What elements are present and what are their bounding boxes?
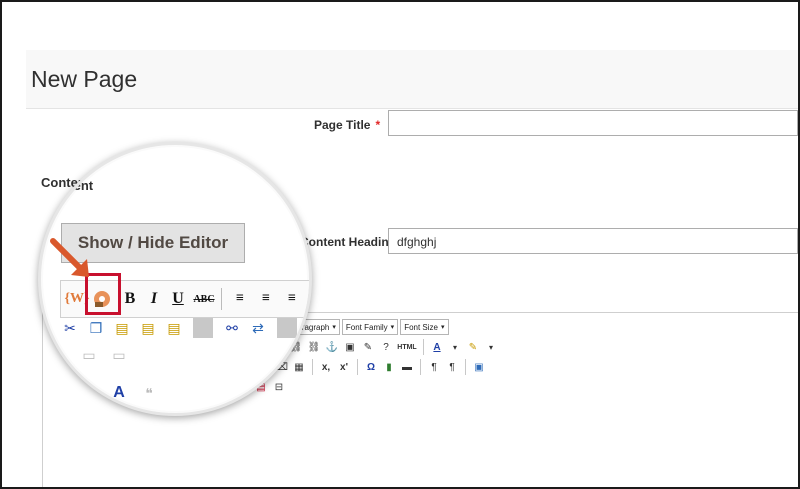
special-char-icon[interactable]: Ω bbox=[363, 359, 379, 375]
paste-icon[interactable]: ▤ bbox=[112, 318, 132, 338]
superscript-icon[interactable]: x' bbox=[336, 359, 352, 375]
align-right-icon[interactable]: ≡ bbox=[281, 288, 303, 310]
cut-icon[interactable]: ✂ bbox=[60, 318, 80, 338]
horizontal-rule-icon[interactable]: ▬ bbox=[399, 359, 415, 375]
chevron-down-icon[interactable]: ▾ bbox=[483, 339, 499, 355]
page-title-label: Page Title * bbox=[314, 118, 380, 132]
cleanup-icon[interactable]: ✎ bbox=[360, 339, 376, 355]
replace-icon[interactable]: ⇄ bbox=[248, 318, 268, 338]
style-icon[interactable]: A bbox=[109, 383, 129, 403]
toolbar-separator bbox=[193, 318, 213, 338]
chevron-down-icon: ▾ bbox=[390, 324, 395, 331]
outdent-icon[interactable]: ▭ bbox=[109, 345, 129, 365]
chevron-down-icon: ▾ bbox=[332, 324, 336, 331]
copy-icon[interactable]: ❐ bbox=[86, 318, 106, 338]
page-title-label-text: Page Title bbox=[314, 118, 371, 132]
ltr-icon[interactable]: ¶ bbox=[426, 359, 442, 375]
paste-word-icon[interactable]: ▤ bbox=[164, 318, 184, 338]
html-icon[interactable]: HTML bbox=[396, 339, 418, 355]
toolbar-row-1: Paragraph ▾ Font Family ▾ Font Size ▾ bbox=[288, 317, 449, 337]
toolbar-row-magnified: ✂ ❐ ▤ ▤ ▤ ⚯ ⇄ ☰ bbox=[60, 318, 309, 338]
toolbar-separator bbox=[357, 359, 358, 375]
quote-icon[interactable]: ❝ bbox=[139, 383, 159, 403]
italic-button[interactable]: I bbox=[143, 288, 165, 310]
add-row-icon[interactable]: + bbox=[79, 383, 99, 403]
magnified-content: Content Show / Hide Editor {W} B I U ABC… bbox=[41, 145, 309, 413]
page-title-input[interactable] bbox=[388, 110, 798, 136]
toolbar-separator bbox=[465, 359, 466, 375]
indent-icon[interactable]: ▭ bbox=[79, 345, 99, 365]
font-size-select[interactable]: Font Size ▾ bbox=[400, 319, 449, 335]
app-frame: New Page Page Title * Content Heading dfg… bbox=[0, 0, 800, 489]
highlight-color-icon[interactable]: ✎ bbox=[465, 339, 481, 355]
pointer-arrow-icon bbox=[50, 238, 89, 277]
font-family-select-label: Font Family bbox=[345, 322, 388, 332]
find-icon[interactable]: ⚯ bbox=[222, 318, 242, 338]
toolbar-separator bbox=[420, 359, 421, 375]
content-heading-label: Content Heading bbox=[300, 235, 396, 249]
chevron-down-icon: ▾ bbox=[440, 324, 445, 331]
strikethrough-button[interactable]: ABC bbox=[193, 288, 215, 310]
edit-icon[interactable]: ✎ bbox=[49, 345, 69, 365]
help-icon[interactable]: ? bbox=[378, 339, 394, 355]
required-mark: * bbox=[375, 118, 381, 132]
magnifier-callout: Content Show / Hide Editor {W} B I U ABC… bbox=[38, 142, 312, 416]
toolbar-row-2: ⛓ ⛓ ⚓ ▣ ✎ ? HTML A ▾ ✎ ▾ bbox=[288, 337, 499, 357]
content-heading-input[interactable]: dfghghj bbox=[388, 228, 798, 254]
paste-text-icon[interactable]: ▤ bbox=[138, 318, 158, 338]
chevron-down-icon[interactable]: ▾ bbox=[447, 339, 463, 355]
bold-button[interactable]: B bbox=[119, 288, 141, 310]
font-color-icon[interactable]: A bbox=[429, 339, 445, 355]
content-section-label: Content bbox=[44, 178, 94, 193]
align-left-icon[interactable]: ≡ bbox=[229, 288, 251, 310]
media-icon[interactable]: ▮ bbox=[381, 359, 397, 375]
fullscreen-icon[interactable]: ▣ bbox=[471, 359, 487, 375]
toolbar-separator bbox=[221, 288, 222, 310]
toolbar-separator bbox=[277, 318, 297, 338]
font-size-select-label: Font Size bbox=[404, 322, 438, 332]
toolbar-separator bbox=[312, 359, 313, 375]
select-all-icon[interactable]: ⬚ bbox=[49, 383, 69, 403]
subscript-icon[interactable]: x, bbox=[318, 359, 334, 375]
font-family-select[interactable]: Font Family ▾ bbox=[341, 319, 399, 335]
toolbar-row-magnified-3: ⬚ + A ❝ bbox=[49, 383, 159, 403]
align-center-icon[interactable]: ≡ bbox=[255, 288, 277, 310]
content-heading-value: dfghghj bbox=[397, 235, 437, 249]
image-icon[interactable]: ▣ bbox=[342, 339, 358, 355]
page-header: New Page bbox=[26, 50, 798, 109]
page-title: New Page bbox=[31, 66, 138, 92]
toolbar-separator bbox=[423, 339, 424, 355]
anchor-icon[interactable]: ⚓ bbox=[324, 339, 340, 355]
toolbar-row-magnified-2: ✎ ▭ ▭ bbox=[49, 345, 129, 365]
rtl-icon[interactable]: ¶ bbox=[444, 359, 460, 375]
underline-button[interactable]: U bbox=[167, 288, 189, 310]
